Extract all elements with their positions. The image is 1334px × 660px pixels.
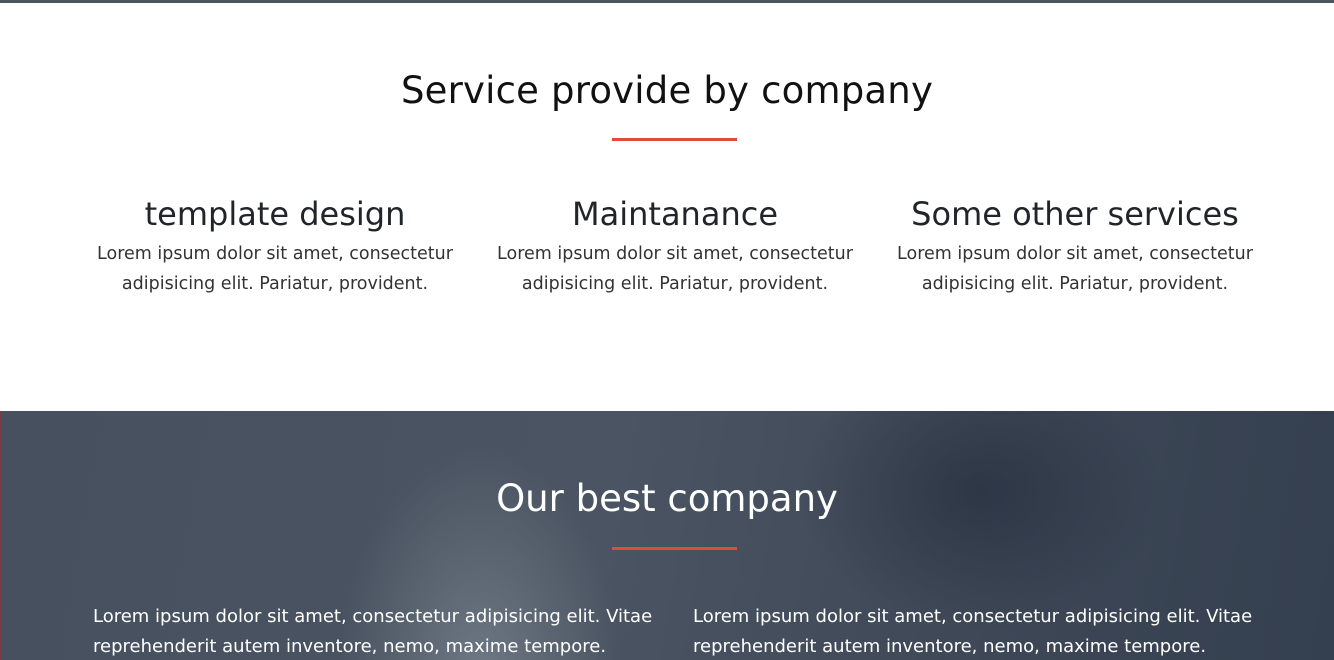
service-item-template-design: template design Lorem ipsum dolor sit am… bbox=[75, 193, 475, 299]
service-title: Some other services bbox=[911, 195, 1239, 233]
service-title: template design bbox=[144, 195, 406, 233]
company-title: Our best company bbox=[496, 477, 838, 520]
service-title: Maintanance bbox=[572, 195, 778, 233]
company-text-right: Lorem ipsum dolor sit amet, consectetur … bbox=[693, 606, 1253, 657]
service-item-maintanance: Maintanance Lorem ipsum dolor sit amet, … bbox=[475, 193, 875, 299]
service-description: Lorem ipsum dolor sit amet, consectetur … bbox=[897, 244, 1253, 294]
services-title-underline bbox=[612, 138, 737, 141]
company-section: Our best company Lorem ipsum dolor sit a… bbox=[0, 411, 1334, 660]
company-title-underline bbox=[612, 547, 737, 550]
services-section: Service provide by company template desi… bbox=[0, 3, 1334, 411]
service-description: Lorem ipsum dolor sit amet, consectetur … bbox=[497, 244, 853, 294]
company-text-left: Lorem ipsum dolor sit amet, consectetur … bbox=[93, 606, 653, 657]
services-title: Service provide by company bbox=[400, 69, 934, 112]
service-description: Lorem ipsum dolor sit amet, consectetur … bbox=[97, 244, 453, 294]
service-item-other-services: Some other services Lorem ipsum dolor si… bbox=[875, 193, 1275, 299]
section-edge-line bbox=[0, 411, 2, 660]
